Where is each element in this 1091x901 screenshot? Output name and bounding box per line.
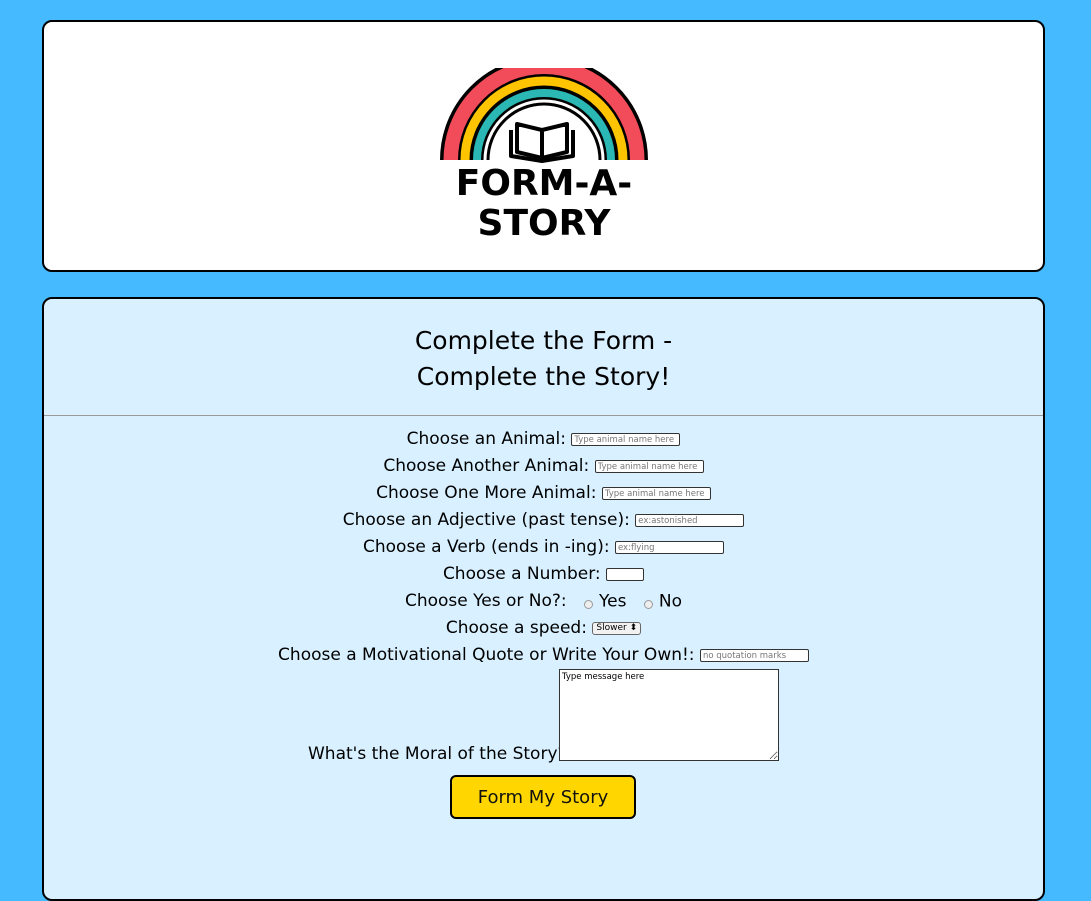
field-row: Choose a Number: (44, 561, 1043, 588)
moral-label: What's the Moral of the Story?: (308, 744, 573, 764)
speed-label: Choose a speed: (445, 618, 587, 638)
quote-input[interactable] (699, 649, 809, 662)
one-more-animal-label: Choose One More Animal: (376, 483, 597, 503)
moral-row: What's the Moral of the Story?: (44, 669, 1043, 767)
yes-radio[interactable] (584, 599, 594, 609)
one-more-animal-input[interactable] (601, 487, 711, 500)
speed-select[interactable]: Slower ⬍ (592, 622, 642, 635)
verb-input[interactable] (614, 541, 724, 554)
number-input[interactable] (606, 568, 645, 581)
form-fields: Choose an Animal: Choose Another Animal:… (44, 416, 1043, 767)
field-row: Choose a Motivational Quote or Write You… (44, 642, 1043, 669)
header-card: FORM-A-STORY (42, 20, 1045, 272)
yes-label: Yes (599, 591, 627, 612)
story-form: Complete the Form - Complete the Story! … (42, 297, 1045, 901)
moral-textarea[interactable] (559, 669, 779, 761)
verb-label: Choose a Verb (ends in -ing): (363, 537, 610, 557)
field-row: Choose an Animal: (44, 426, 1043, 453)
animal-input[interactable] (571, 433, 681, 446)
field-row: Choose Another Animal: (44, 453, 1043, 480)
adjective-input[interactable] (635, 514, 745, 527)
no-radio[interactable] (643, 599, 653, 609)
select-arrows-icon: ⬍ (629, 623, 638, 633)
field-row: Choose Yes or No?: Yes No (44, 588, 1043, 615)
another-animal-label: Choose Another Animal: (383, 456, 590, 476)
field-row: Choose an Adjective (past tense): (44, 507, 1043, 534)
number-label: Choose a Number: (442, 564, 601, 584)
logo: FORM-A-STORY (397, 68, 691, 244)
logo-text: FORM-A-STORY (455, 163, 633, 244)
form-title: Complete the Form - Complete the Story! (44, 323, 1043, 395)
form-my-story-button[interactable]: Form My Story (450, 775, 636, 819)
another-animal-input[interactable] (594, 460, 704, 473)
form-title-line2: Complete the Story! (416, 362, 671, 391)
field-row: Choose One More Animal: (44, 480, 1043, 507)
quote-label: Choose a Motivational Quote or Write You… (278, 645, 695, 665)
form-title-line1: Complete the Form - (414, 326, 673, 355)
adjective-label: Choose an Adjective (past tense): (342, 510, 630, 530)
speed-selected: Slower (596, 623, 627, 633)
field-row: Choose a Verb (ends in -ing): (44, 534, 1043, 561)
rainbow-book-icon (440, 68, 648, 163)
animal-label: Choose an Animal: (406, 429, 566, 449)
field-row: Choose a speed: Slower ⬍ (44, 615, 1043, 642)
yes-no-label: Choose Yes or No?: (404, 591, 567, 611)
no-label: No (658, 591, 683, 612)
